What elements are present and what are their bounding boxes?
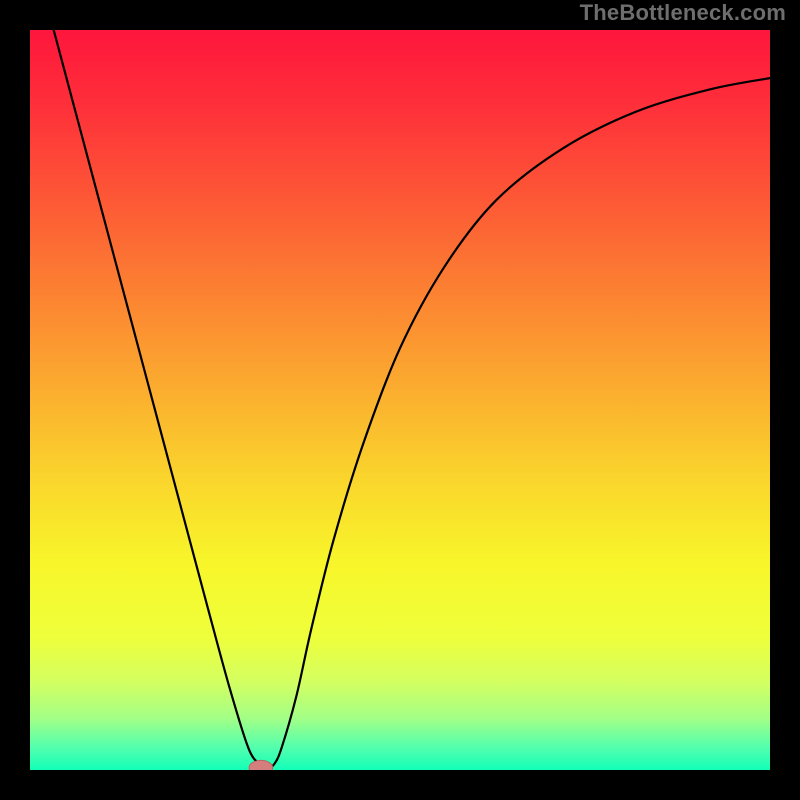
- watermark-text: TheBottleneck.com: [580, 0, 786, 26]
- chart-area: [30, 30, 770, 770]
- bottleneck-curve-chart: [30, 30, 770, 770]
- gradient-background: [30, 30, 770, 770]
